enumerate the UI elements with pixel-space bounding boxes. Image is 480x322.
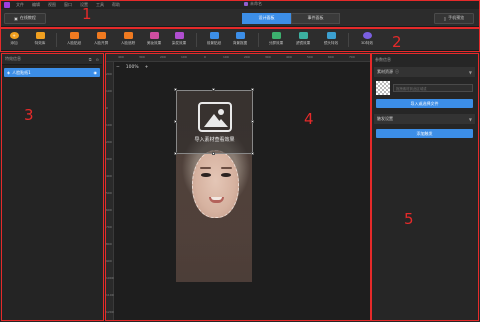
annotation-box-top xyxy=(0,0,480,28)
annotation-label: 1 xyxy=(82,5,92,23)
annotation-label: 4 xyxy=(304,110,314,128)
annotation-box-left xyxy=(1,53,104,321)
annotation-box-toolbar xyxy=(0,28,480,52)
annotation-label: 2 xyxy=(392,33,402,51)
annotation-box-canvas xyxy=(105,53,371,321)
annotation-label: 5 xyxy=(404,210,414,228)
annotation-box-right xyxy=(371,53,479,321)
annotation-label: 3 xyxy=(24,106,34,124)
